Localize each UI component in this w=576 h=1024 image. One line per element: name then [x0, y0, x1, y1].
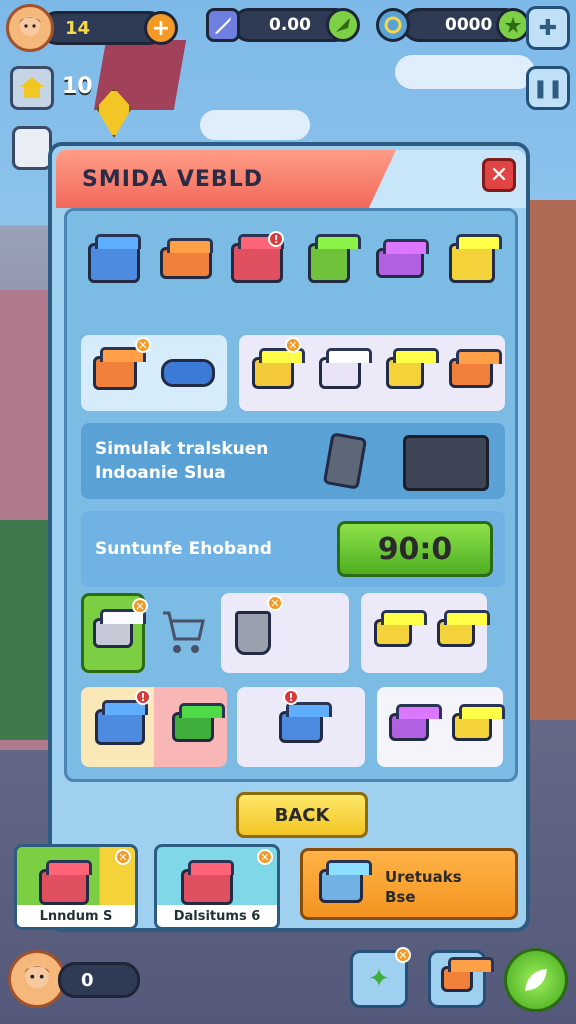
- add-cash-button[interactable]: [326, 8, 360, 42]
- cash-hud: 0.00: [206, 8, 360, 42]
- badge: ✕: [395, 947, 411, 963]
- leaf-icon: [525, 969, 547, 991]
- sword-icon: [206, 8, 240, 42]
- badge: ✕: [285, 337, 301, 353]
- cart-tile[interactable]: ✕: [81, 593, 148, 673]
- new-badge: !: [135, 689, 151, 705]
- tray-card-2-label: Dalsitums 6: [157, 905, 277, 927]
- badge: ✕: [115, 849, 131, 865]
- new-badge: !: [283, 689, 299, 705]
- yellow-box-icon[interactable]: [439, 235, 505, 291]
- add-level-button[interactable]: +: [144, 11, 178, 45]
- pause-icon: ❚❚: [532, 77, 564, 99]
- shop-dialog: SMIDA VEBLD ✕ ! ✕ ✕ Simulak tralskuen In…: [48, 142, 530, 932]
- mixer-icon[interactable]: [367, 235, 433, 291]
- puzzle-icon: ✚: [538, 15, 558, 41]
- shopping-cart-icon[interactable]: [145, 593, 221, 673]
- cash-value: 0.00: [269, 15, 311, 35]
- close-button[interactable]: ✕: [482, 158, 516, 192]
- dialog-content: ! ✕ ✕ Simulak tralskuen Indoanie Slua Su…: [64, 208, 518, 782]
- badge: ✕: [257, 849, 273, 865]
- item-row-4: ! !: [81, 687, 505, 767]
- tray-card-3-text: Uretuaks Bse: [385, 867, 462, 907]
- building-tray: ✕ Lnndum S ✕ Dalsitums 6 Uretuaks Bse: [14, 844, 534, 930]
- inventory-button[interactable]: [428, 950, 486, 1008]
- tray-card-2[interactable]: ✕ Dalsitums 6: [154, 844, 280, 930]
- paint-bucket-icon[interactable]: [296, 235, 362, 291]
- dumpster-tile[interactable]: !: [237, 687, 365, 767]
- bottom-bar: 0 ✦ ✕: [0, 944, 576, 1024]
- left-counter: 10: [62, 74, 93, 99]
- cloud: [200, 110, 310, 140]
- bin-tile[interactable]: ✕: [221, 593, 349, 673]
- info-line-2: Indoanie Slua: [95, 463, 226, 483]
- gem-value: 0000: [445, 15, 493, 35]
- tray-card-1[interactable]: ✕ Lnndum S: [14, 844, 138, 930]
- trash-bin-icon: [235, 611, 271, 655]
- compass-icon: [376, 8, 410, 42]
- profile-counter-pill: 0: [58, 962, 140, 998]
- keyboard-icon: [403, 435, 489, 491]
- badge: ✕: [135, 337, 151, 353]
- register-icon[interactable]: [81, 235, 147, 291]
- crate-icon[interactable]: [153, 235, 219, 291]
- timer-bar: Suntunfe Ehoband 90:0: [81, 511, 505, 587]
- timer-button[interactable]: 90:0: [337, 521, 493, 577]
- storage-tile[interactable]: ✕: [239, 335, 505, 411]
- tray-card-3-line-1: Uretuaks: [385, 868, 462, 886]
- tray-card-3[interactable]: Uretuaks Bse: [300, 848, 518, 920]
- badge: ✕: [132, 598, 148, 614]
- scanner-icon: [161, 359, 215, 387]
- item-row-1: !: [81, 231, 505, 291]
- player-hud: 14 +: [6, 4, 178, 52]
- produce-tile[interactable]: ✕: [81, 335, 227, 411]
- tray-card-3-line-2: Bse: [385, 888, 416, 906]
- dialog-title: SMIDA VEBLD: [56, 150, 396, 208]
- crate-icon: [441, 966, 473, 992]
- dialog-titlebar: SMIDA VEBLD ✕: [56, 150, 526, 208]
- profile-counter: 0: [81, 969, 94, 991]
- timer-label: Suntunfe Ehoband: [95, 539, 272, 559]
- pause-button[interactable]: ❚❚: [526, 66, 570, 110]
- phone-icon: [322, 432, 368, 490]
- info-text: Simulak tralskuen Indoanie Slua: [81, 437, 268, 485]
- back-button[interactable]: BACK: [236, 792, 368, 838]
- tool-button[interactable]: [12, 126, 52, 170]
- tray-card-1-label: Lnndum S: [17, 905, 135, 927]
- storefront-tile[interactable]: !: [81, 687, 227, 767]
- house-icon: [20, 77, 44, 98]
- info-bar: Simulak tralskuen Indoanie Slua: [81, 423, 505, 499]
- item-row-3: ✕ ✕: [81, 593, 505, 673]
- info-line-1: Simulak tralskuen: [95, 439, 269, 459]
- player-avatar[interactable]: [6, 4, 54, 52]
- item-row-2: ✕ ✕: [81, 335, 505, 411]
- crates-tile[interactable]: [361, 593, 487, 673]
- play-button[interactable]: [504, 948, 568, 1012]
- level-value: 14: [65, 17, 91, 39]
- carts-tile[interactable]: [377, 687, 503, 767]
- add-gem-button[interactable]: [496, 8, 530, 42]
- gem-hud: 0000: [376, 8, 530, 42]
- badge: ✕: [267, 595, 283, 611]
- house-button[interactable]: [10, 66, 54, 110]
- build-tool-button[interactable]: ✦ ✕: [350, 947, 411, 1008]
- puzzle-button[interactable]: ✚: [526, 6, 570, 50]
- stall-icon[interactable]: !: [224, 231, 290, 291]
- cloud: [395, 55, 535, 89]
- sparkle-icon: ✦: [368, 964, 390, 994]
